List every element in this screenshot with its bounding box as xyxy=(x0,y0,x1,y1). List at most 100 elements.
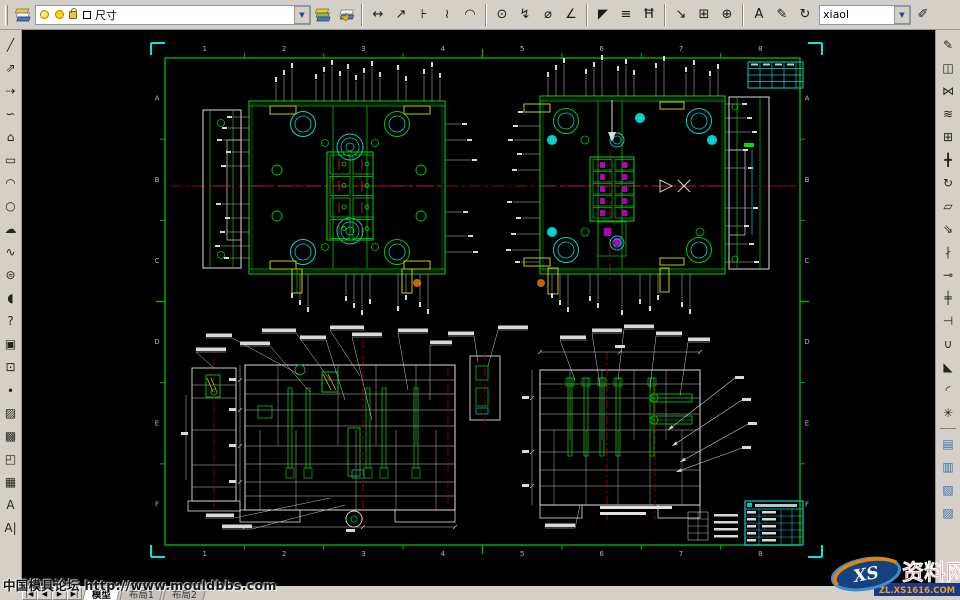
dim-linear-button[interactable]: ↔ xyxy=(367,4,389,26)
copy-button[interactable]: ◫ xyxy=(938,56,958,79)
mirror-button[interactable]: ⋈ xyxy=(938,79,958,102)
dim-angular-button[interactable]: ∠ xyxy=(560,4,582,26)
draworder-below-button[interactable]: ▨ xyxy=(938,501,958,524)
dim-style-combo[interactable]: xiaol ▼ xyxy=(819,5,911,25)
revision-cloud-button[interactable]: ☁ xyxy=(1,217,21,240)
draworder-front-button[interactable]: ▤ xyxy=(938,432,958,455)
dim-aligned-button[interactable]: ↗ xyxy=(390,4,412,26)
construction-line-button[interactable]: ⇗ xyxy=(1,56,21,79)
dim-tolerance-button[interactable]: ⊞ xyxy=(693,4,715,26)
layer-freeze-sun-icon[interactable] xyxy=(55,10,64,19)
hatch-icon: ▨ xyxy=(5,406,16,420)
fillet-icon: ◜ xyxy=(946,383,951,397)
dim-radius-button[interactable]: ⊙ xyxy=(491,4,513,26)
ellipse-button[interactable]: ⊜ xyxy=(1,263,21,286)
hatch-button[interactable]: ▨ xyxy=(1,401,21,424)
layer-control-combo[interactable]: 尺寸 ▼ xyxy=(35,5,311,25)
dim-continue-icon: Ħ xyxy=(643,7,655,22)
arc-button[interactable]: ◠ xyxy=(1,171,21,194)
dim-style-edit-button[interactable]: ✐ xyxy=(912,4,934,26)
drawing-svg: 1234567812345678ABCDEFABCDEF xyxy=(22,30,935,586)
current-layer-name: 尺寸 xyxy=(95,9,117,22)
dim-edit-button[interactable]: A xyxy=(748,4,770,26)
dim-jogged-radius-button[interactable]: ↯ xyxy=(514,4,536,26)
dim-center-mark-button[interactable]: ⊕ xyxy=(716,4,738,26)
layer-color-swatch[interactable] xyxy=(83,11,91,19)
drawing-canvas[interactable]: 1234567812345678ABCDEFABCDEF xyxy=(22,30,935,586)
toolbar-separator xyxy=(586,4,588,26)
table-button[interactable]: ▦ xyxy=(1,470,21,493)
ellipse-arc-button[interactable]: ◖ xyxy=(1,286,21,309)
scale-button[interactable]: ▱ xyxy=(938,194,958,217)
polyline-button[interactable]: ∽ xyxy=(1,102,21,125)
move-button[interactable]: ╋ xyxy=(938,148,958,171)
chamfer-button[interactable]: ◣ xyxy=(938,355,958,378)
text-button[interactable]: A xyxy=(1,493,21,516)
layer-previous-button[interactable] xyxy=(335,4,357,26)
zone-label: A xyxy=(805,95,810,103)
break-button[interactable]: ⊣ xyxy=(938,309,958,332)
gradient-icon: ▩ xyxy=(5,429,16,443)
polyline-icon: ∽ xyxy=(5,107,15,121)
layer-states-button[interactable] xyxy=(312,4,334,26)
erase-button[interactable]: ✎ xyxy=(938,33,958,56)
dim-style-combo-arrow[interactable]: ▼ xyxy=(894,6,910,24)
dimension-toolbar: ↔ ↗ ⊦ ≀◠ ⊙↯⌀∠ ◤≡ Ħ ↘ ⊞ ⊕ A ✎ ↻ xyxy=(367,4,816,26)
make-block-button[interactable]: ⊡ xyxy=(1,355,21,378)
polygon-icon: ⌂ xyxy=(7,130,15,144)
trim-button[interactable]: ∤ xyxy=(938,240,958,263)
chamfer-icon: ◣ xyxy=(943,360,952,374)
dim-arc-length-button[interactable]: ◠ xyxy=(459,4,481,26)
layer-properties-manager-button[interactable] xyxy=(12,4,34,26)
rotate-button[interactable]: ↻ xyxy=(938,171,958,194)
join-button[interactable]: ∪ xyxy=(938,332,958,355)
dim-text-edit-icon: ✎ xyxy=(777,7,788,22)
insert-block-button[interactable]: ▣ xyxy=(1,332,21,355)
layer-states-icon xyxy=(315,8,331,22)
draworder-above-button[interactable]: ▧ xyxy=(938,478,958,501)
rotate-icon: ↻ xyxy=(943,176,953,190)
dim-leader-button[interactable]: ↘ xyxy=(670,4,692,26)
circle-icon: ○ xyxy=(5,199,15,213)
draworder-back-button[interactable]: ▥ xyxy=(938,455,958,478)
help-tool-button[interactable]: ? xyxy=(1,309,21,332)
dim-continue-button[interactable]: Ħ xyxy=(638,4,660,26)
logo-domain-text: ZL.XS1616.COM xyxy=(879,586,955,596)
dim-quick-button[interactable]: ◤ xyxy=(592,4,614,26)
dim-tolerance-icon: ⊞ xyxy=(699,7,710,22)
dim-linear-icon: ↔ xyxy=(373,7,384,22)
gradient-button[interactable]: ▩ xyxy=(1,424,21,447)
dim-jogline-button[interactable]: ≀ xyxy=(436,4,458,26)
layer-on-bulb-icon[interactable] xyxy=(40,10,49,19)
array-button[interactable]: ⊞ xyxy=(938,125,958,148)
dim-edit-icon: A xyxy=(755,7,764,22)
fillet-button[interactable]: ◜ xyxy=(938,378,958,401)
line-button[interactable]: ╱ xyxy=(1,33,21,56)
dim-text-edit-button[interactable]: ✎ xyxy=(771,4,793,26)
dim-baseline-button[interactable]: ≡ xyxy=(615,4,637,26)
polygon-button[interactable]: ⌂ xyxy=(1,125,21,148)
mtext-button[interactable]: A| xyxy=(1,516,21,539)
dim-ordinate-button[interactable]: ⊦ xyxy=(413,4,435,26)
point-button[interactable]: ∙ xyxy=(1,378,21,401)
break-at-point-button[interactable]: ╪ xyxy=(938,286,958,309)
circle-button[interactable]: ○ xyxy=(1,194,21,217)
dim-update-button[interactable]: ↻ xyxy=(794,4,816,26)
construction-line-icon: ⇗ xyxy=(5,61,15,75)
stretch-button[interactable]: ⇘ xyxy=(938,217,958,240)
dim-diameter-button[interactable]: ⌀ xyxy=(537,4,559,26)
region-button[interactable]: ◰ xyxy=(1,447,21,470)
layer-combo-arrow[interactable]: ▼ xyxy=(294,6,310,24)
zone-label: E xyxy=(155,419,159,427)
explode-button[interactable]: ✳ xyxy=(938,401,958,424)
toolbar-grip[interactable] xyxy=(5,5,8,25)
offset-button[interactable]: ≋ xyxy=(938,102,958,125)
extend-button[interactable]: ⊸ xyxy=(938,263,958,286)
ray-button[interactable]: ⇢ xyxy=(1,79,21,102)
spline-button[interactable]: ∿ xyxy=(1,240,21,263)
insert-block-icon: ▣ xyxy=(5,337,16,351)
layer-lock-icon[interactable] xyxy=(69,11,77,19)
zone-label: 2 xyxy=(282,550,286,558)
dim-ordinate-icon: ⊦ xyxy=(421,7,428,22)
rectangle-button[interactable]: ▭ xyxy=(1,148,21,171)
